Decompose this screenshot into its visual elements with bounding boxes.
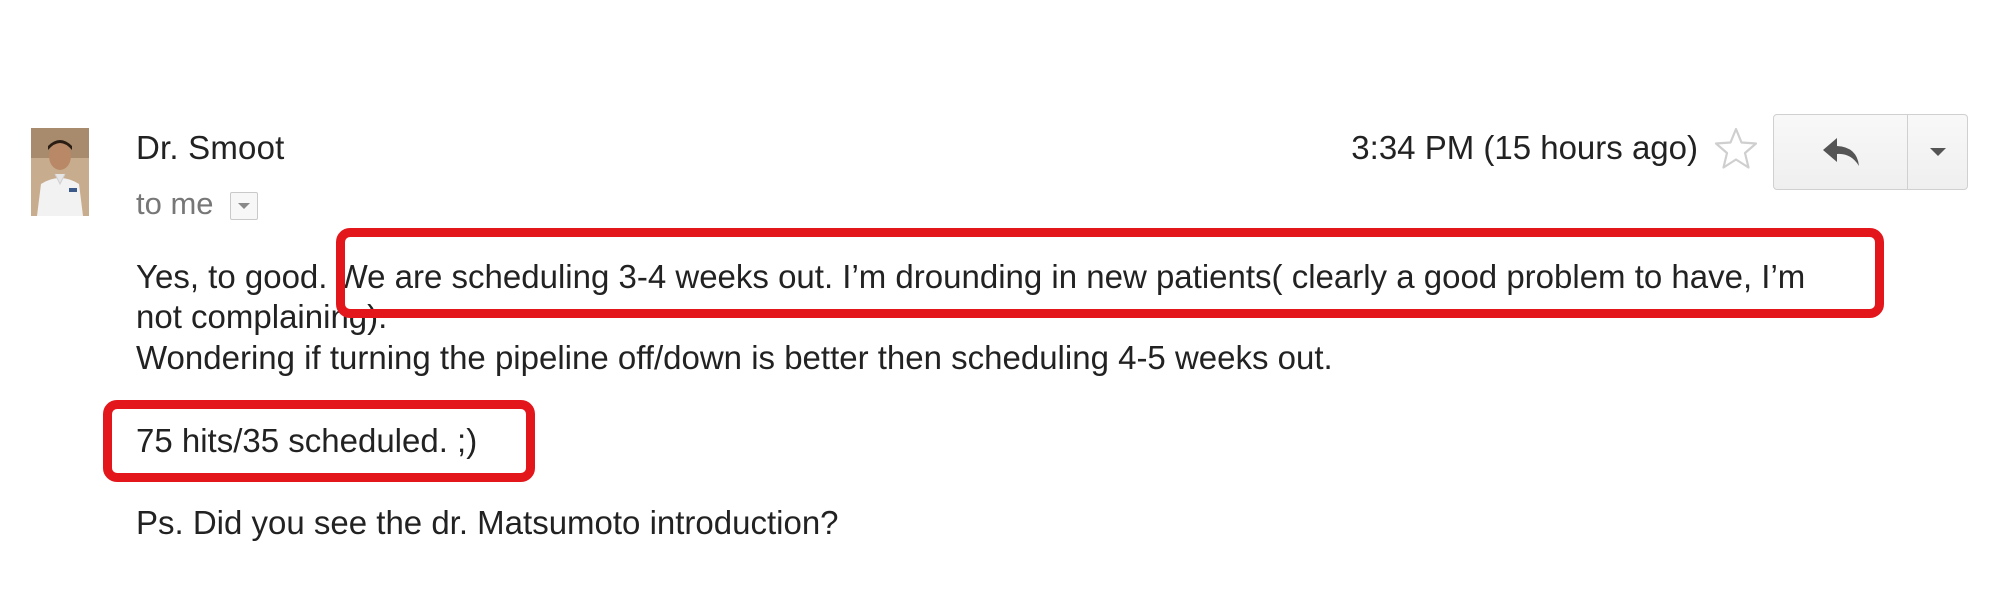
small-caret-icon <box>237 203 250 209</box>
reply-button-group <box>1773 114 1968 190</box>
body-line-3: Wondering if turning the pipeline off/do… <box>136 339 1333 376</box>
message-timestamp: 3:34 PM (15 hours ago) <box>1351 129 1698 166</box>
recipient-line: to me <box>136 186 258 222</box>
recipient-label: to me <box>136 186 214 221</box>
body-line-1: Yes, to good. We are scheduling 3-4 week… <box>136 258 1806 295</box>
reply-button[interactable] <box>1773 114 1908 190</box>
reply-arrow-icon <box>1822 138 1859 166</box>
avatar-photo-icon <box>31 128 89 216</box>
star-button[interactable] <box>1712 125 1760 173</box>
sender-name[interactable]: Dr. Smoot <box>136 129 285 167</box>
body-line-2: not complaining). <box>136 298 388 335</box>
more-options-button[interactable] <box>1908 114 1968 190</box>
star-outline-icon <box>1714 127 1758 169</box>
recipient-details-button[interactable] <box>229 192 258 220</box>
body-line-5: Ps. Did you see the dr. Matsumoto introd… <box>136 504 839 541</box>
sender-avatar[interactable] <box>31 128 89 216</box>
dropdown-caret-icon <box>1929 148 1946 156</box>
body-line-4: 75 hits/35 scheduled. ;) <box>136 422 478 459</box>
email-message: Dr. Smoot to me 3:34 PM (15 hours ago) Y… <box>0 0 2006 616</box>
